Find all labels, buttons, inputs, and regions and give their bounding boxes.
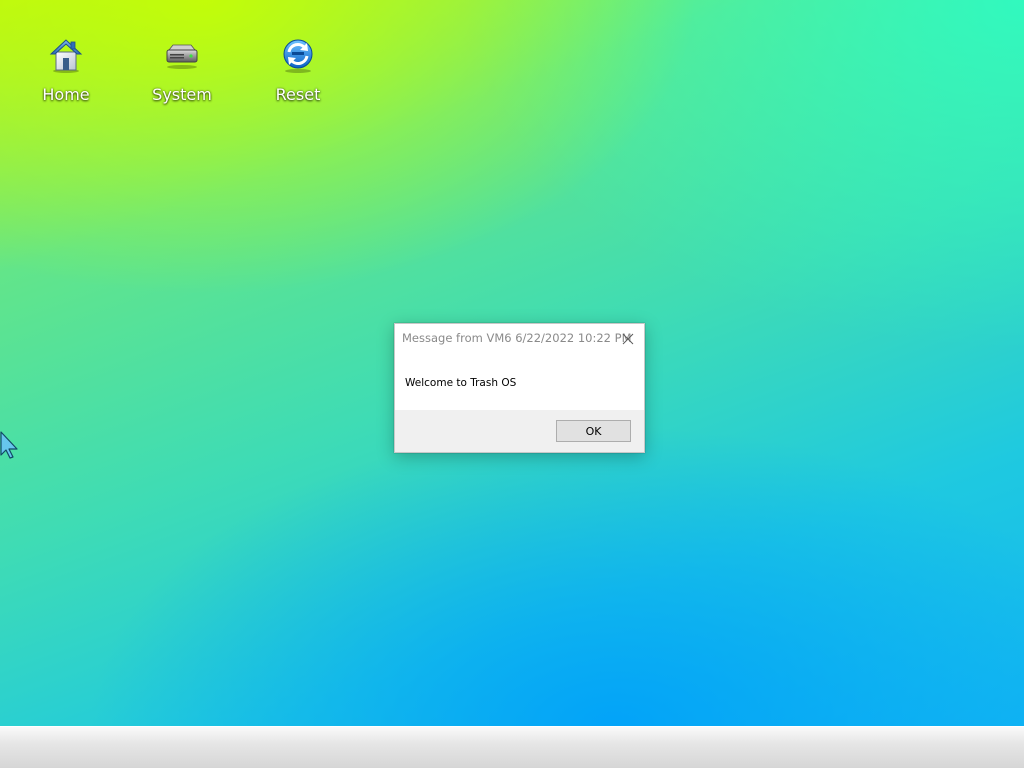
refresh-icon [280,36,316,74]
message-dialog[interactable]: Message from VM6 6/22/2022 10:22 PM Welc… [394,323,645,453]
taskbar[interactable] [0,726,1024,768]
ok-button[interactable]: OK [556,420,631,442]
dialog-footer: OK [395,410,644,452]
close-icon[interactable] [618,329,638,349]
desktop-icon-label: System [152,85,212,104]
desktop-icon-reset[interactable]: Reset [253,36,343,104]
desktop[interactable]: Home System Reset Message from VM6 6/22/… [0,0,1024,726]
hard-drive-icon [164,36,200,74]
house-icon [48,36,84,74]
dialog-title: Message from VM6 6/22/2022 10:22 PM [402,331,632,345]
desktop-icon-label: Reset [275,85,321,104]
dialog-titlebar[interactable]: Message from VM6 6/22/2022 10:22 PM [395,324,644,354]
desktop-icon-system[interactable]: System [137,36,227,104]
mouse-pointer-icon [0,431,20,459]
dialog-message: Welcome to Trash OS [405,377,517,389]
desktop-icon-home[interactable]: Home [21,36,111,104]
desktop-icon-label: Home [42,85,90,104]
